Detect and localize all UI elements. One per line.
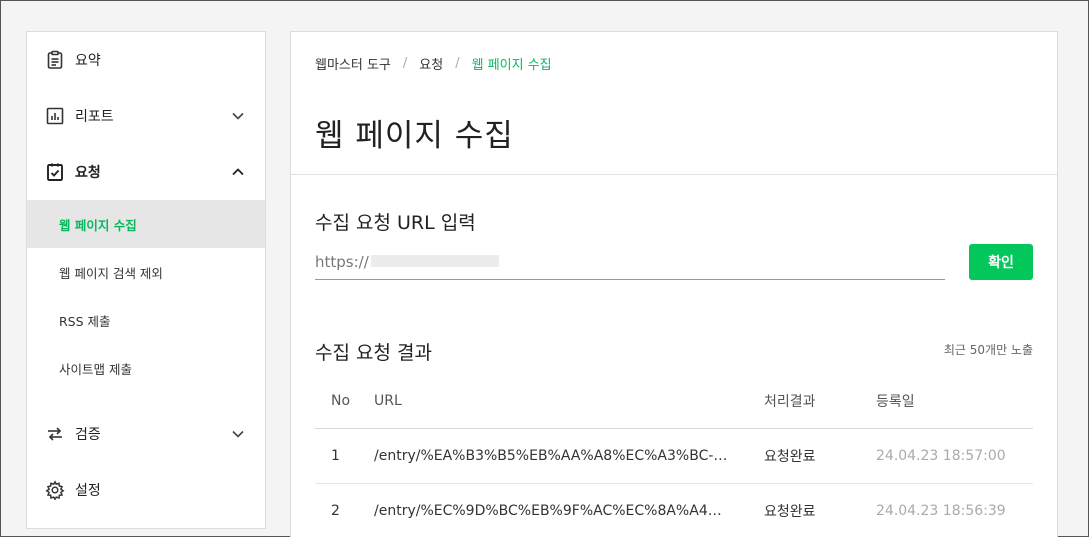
chevron-down-icon[interactable] [231, 109, 245, 123]
cell-date: 24.04.23 18:57:00 [876, 448, 1006, 464]
cell-date: 24.04.23 18:56:39 [876, 503, 1006, 519]
gear-icon [45, 480, 65, 500]
nav-settings-label: 설정 [75, 483, 101, 499]
cell-url: /entry/%EA%B3%B5%EB%AA%A8%EC%A3%BC-… [374, 448, 728, 464]
divider [291, 174, 1057, 175]
breadcrumb-webmaster[interactable]: 웹마스터 도구 [315, 54, 391, 73]
sub-item-page-collect[interactable]: 웹 페이지 수집 [27, 200, 265, 248]
cell-result: 요청완료 [764, 504, 816, 520]
cell-no: 2 [331, 503, 340, 519]
redacted-url-block [371, 255, 499, 267]
table-header: No URL 처리결과 등록일 [315, 374, 1033, 429]
bar-chart-icon [45, 106, 65, 126]
confirm-button[interactable]: 확인 [969, 244, 1033, 280]
breadcrumb-current: 웹 페이지 수집 [471, 58, 552, 73]
nav-report-label: 리포트 [75, 109, 114, 125]
sub-item-search-exclude[interactable]: 웹 페이지 검색 제외 [27, 248, 265, 296]
results-section-title: 수집 요청 결과 [315, 342, 432, 364]
nav-verify[interactable]: 검증 [27, 406, 265, 462]
table-row: 1 /entry/%EA%B3%B5%EB%AA%A8%EC%A3%BC-… 요… [315, 429, 1033, 484]
col-result: 처리결과 [764, 394, 816, 410]
nav-request-label: 요청 [75, 165, 101, 181]
url-section-title: 수집 요청 URL 입력 [315, 212, 476, 234]
breadcrumb: 웹마스터 도구 / 요청 / 웹 페이지 수집 [315, 54, 552, 73]
clipboard-icon [45, 50, 65, 70]
cell-url: /entry/%EC%9D%BC%EB%9F%AC%EC%8A%A4… [374, 503, 722, 519]
nav-report[interactable]: 리포트 [27, 88, 265, 144]
breadcrumb-separator: / [455, 56, 460, 71]
sub-item-rss[interactable]: RSS 제출 [27, 296, 265, 344]
nav-settings[interactable]: 설정 [27, 462, 265, 518]
clipboard-check-icon [45, 162, 65, 182]
col-url: URL [374, 393, 402, 409]
nav-verify-label: 검증 [75, 427, 101, 443]
results-note: 최근 50개만 노출 [943, 343, 1033, 357]
cell-no: 1 [331, 448, 340, 464]
swap-arrows-icon [45, 424, 65, 444]
table-row: 2 /entry/%EC%9D%BC%EB%9F%AC%EC%8A%A4… 요청… [315, 484, 1033, 537]
col-date: 등록일 [876, 394, 915, 410]
chevron-down-icon[interactable] [231, 427, 245, 441]
sub-item-sitemap[interactable]: 사이트맵 제출 [27, 344, 265, 392]
nav-summary-label: 요약 [75, 53, 101, 69]
page-title: 웹 페이지 수집 [315, 118, 514, 154]
chevron-up-icon[interactable] [231, 165, 245, 179]
nav-summary[interactable]: 요약 [27, 32, 265, 88]
main-panel: 웹마스터 도구 / 요청 / 웹 페이지 수집 웹 페이지 수집 수집 요청 U… [290, 31, 1058, 537]
sidebar: 요약 리포트 요청 웹 페이지 수집 웹 페이지 검색 제외 RSS 제출 사이… [26, 31, 266, 529]
nav-request[interactable]: 요청 [27, 144, 265, 200]
breadcrumb-request[interactable]: 요청 [419, 54, 443, 73]
cell-result: 요청완료 [764, 449, 816, 465]
breadcrumb-separator: / [402, 56, 408, 71]
results-table: No URL 처리결과 등록일 1 /entry/%EA%B3%B5%EB%AA… [315, 374, 1033, 537]
col-no: No [331, 393, 351, 409]
